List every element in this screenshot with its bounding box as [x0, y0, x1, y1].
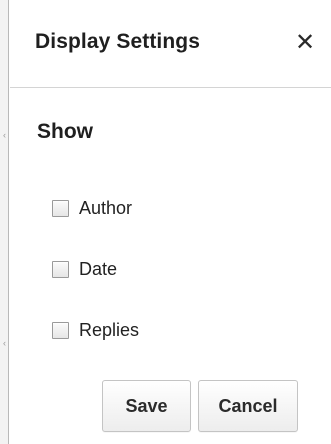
- dialog-title: Display Settings: [35, 30, 200, 53]
- edge-mark-icon: ‹: [3, 130, 6, 140]
- replies-label: Replies: [79, 319, 140, 340]
- dialog-header: Display Settings ✕: [10, 0, 331, 88]
- author-checkbox[interactable]: [52, 199, 69, 217]
- display-settings-dialog: Display Settings ✕ Show Author Date Repl…: [10, 0, 331, 444]
- date-option[interactable]: Date: [52, 255, 117, 283]
- date-label: Date: [79, 258, 118, 279]
- show-section-title: Show: [37, 120, 93, 143]
- replies-checkbox[interactable]: [52, 321, 69, 339]
- edge-mark-icon: ‹: [3, 338, 6, 348]
- save-button[interactable]: Save: [102, 380, 191, 432]
- cancel-button[interactable]: Cancel: [198, 380, 298, 432]
- author-option[interactable]: Author: [52, 194, 132, 222]
- author-label: Author: [79, 197, 133, 218]
- close-icon[interactable]: ✕: [292, 29, 318, 57]
- replies-option[interactable]: Replies: [52, 316, 139, 344]
- background-edge: ‹ ‹: [0, 0, 9, 444]
- date-checkbox[interactable]: [52, 260, 69, 278]
